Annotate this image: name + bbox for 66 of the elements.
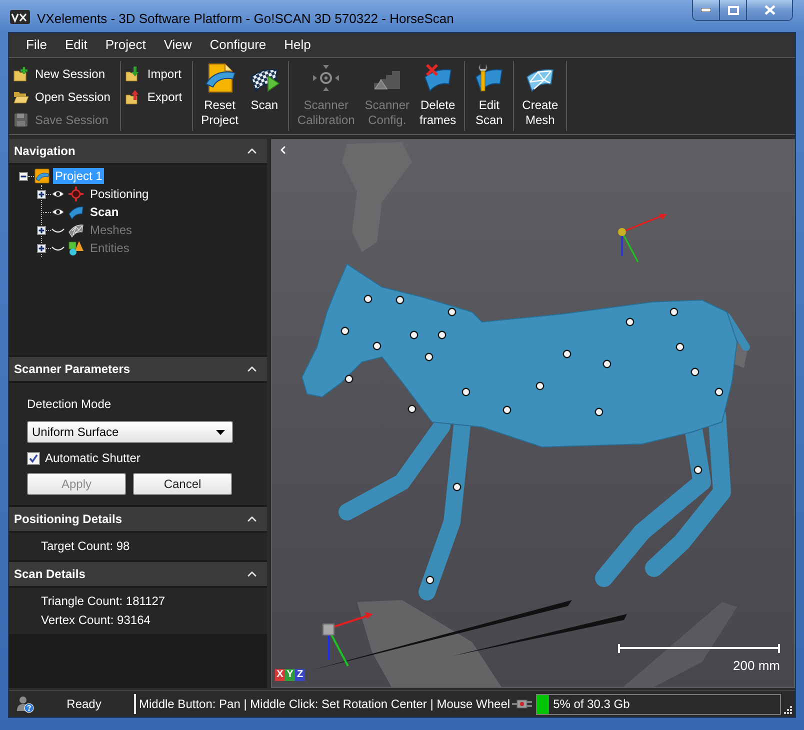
target-icon (68, 186, 84, 202)
menu-item[interactable]: File (17, 35, 56, 55)
user-help-icon (16, 695, 34, 713)
scale-label: 200 mm (733, 656, 780, 674)
tree-item[interactable]: Scan (89, 204, 120, 220)
close-button[interactable] (747, 0, 792, 20)
minimize-icon (701, 8, 711, 12)
axis-label: Y (285, 669, 295, 681)
menu-item[interactable]: Help (275, 35, 320, 55)
surface-cross-icon (422, 62, 454, 94)
panel-title: Scan Details (14, 566, 86, 583)
eye-icon[interactable] (51, 207, 65, 217)
detail-text: Target Count: 98 (41, 539, 131, 554)
axis-gizmo-icon (322, 612, 373, 666)
minimize-button[interactable] (693, 0, 720, 20)
toolbar-button[interactable]: Export (125, 85, 182, 108)
menu-item[interactable]: Configure (200, 35, 276, 55)
checkbox[interactable] (27, 452, 40, 464)
tree-item[interactable]: Positioning (89, 186, 150, 202)
detail-text: Triangle Count: 181127 (41, 594, 166, 609)
toolbar-button[interactable]: New Session (13, 62, 110, 85)
axis-gizmo-icon (618, 214, 667, 262)
toolbar-button[interactable]: Import (125, 62, 182, 85)
status-hint: Middle Button: Pan | Middle Click: Set Rotation Center | Mouse Wheel (139, 696, 510, 713)
window-title: VXelements - 3D Software Platform - Go!SCAN 3D 570322 - HorseScan (37, 10, 454, 28)
collapse-toggle-icon[interactable] (19, 172, 28, 180)
axis-label: Z (295, 669, 305, 681)
detail-text: Vertex Count: 93164 (41, 613, 152, 628)
close-icon (764, 5, 776, 15)
axis-label: X (275, 669, 285, 681)
folder-up-arrow-icon (125, 88, 142, 104)
shapes-icon (68, 240, 84, 256)
status-text: Ready (66, 696, 102, 713)
app-logo-icon (10, 10, 30, 24)
panel-title: Navigation (14, 143, 76, 160)
caret-down-icon (216, 430, 225, 434)
toolbar-button[interactable]: Delete frames (416, 61, 460, 128)
eye-icon[interactable] (51, 189, 65, 199)
document-curve-icon (204, 62, 236, 94)
checkbox-label: Automatic Shutter (45, 450, 140, 467)
toolbar-button[interactable]: Create Mesh (519, 61, 562, 128)
expand-toggle-icon[interactable] (37, 190, 46, 198)
resize-grip-icon[interactable] (783, 705, 793, 715)
menu-item[interactable]: View (154, 35, 201, 55)
menu-item[interactable]: Edit (56, 35, 96, 55)
plug-icon (512, 698, 532, 710)
toolbar-button[interactable]: Reset Project (198, 61, 242, 128)
detection-mode-dropdown[interactable]: Uniform Surface (27, 421, 233, 443)
field-label: Detection Mode (27, 396, 112, 413)
panel-title: Scanner Parameters (14, 361, 130, 378)
project-folder-icon (34, 168, 50, 184)
toolbar-button[interactable]: Open Session (13, 85, 110, 108)
panel-title: Positioning Details (14, 511, 122, 528)
wrench-surface-icon (473, 62, 506, 94)
menu-item[interactable]: Project (96, 35, 155, 55)
toolbar-button[interactable]: Edit Scan (470, 61, 508, 128)
dialog-button[interactable]: Cancel (133, 473, 232, 495)
maximize-icon (728, 6, 738, 14)
folder-plus-icon (13, 66, 29, 82)
checkmark-icon (29, 454, 38, 462)
mesh-icon (68, 222, 84, 238)
maximize-button[interactable] (720, 0, 747, 20)
folder-down-arrow-icon (125, 66, 142, 82)
toolbar-button[interactable]: Scan (245, 61, 284, 113)
surface-icon (68, 204, 84, 220)
memory-reading: 5% of 30.3 Gb (552, 696, 630, 713)
